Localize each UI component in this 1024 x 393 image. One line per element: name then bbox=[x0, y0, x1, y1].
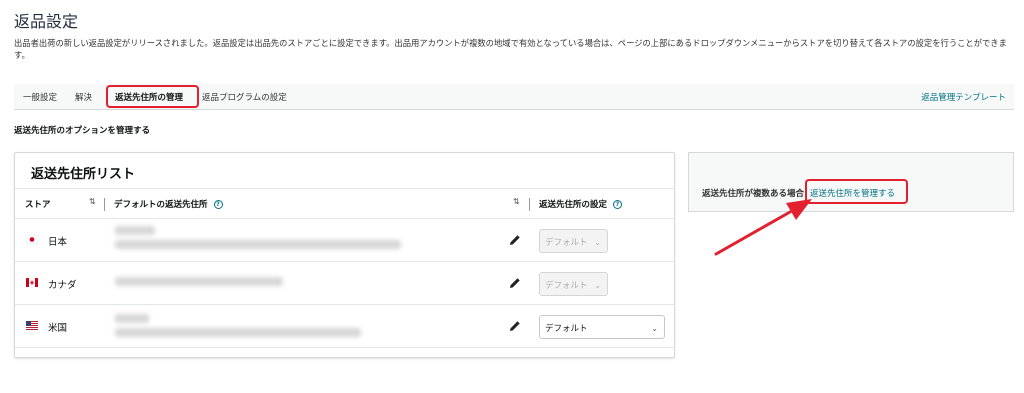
sort-arrows-icon[interactable]: ⇅ bbox=[513, 197, 520, 206]
column-default-address: デフォルトの返送先住所? bbox=[114, 198, 223, 210]
store-name: 日本 bbox=[48, 237, 68, 248]
tab-bar: 一般設定 解決 返送先住所の管理 返品プログラムの設定 返品管理テンプレート bbox=[14, 84, 1014, 110]
return-address-list-card: 返送先住所リスト ストア ⇅ デフォルトの返送先住所? ⇅ 返送先住所の設定? … bbox=[14, 152, 675, 358]
multiple-address-panel: 返送先住所が複数ある場合 返送先住所を管理する bbox=[688, 152, 1014, 212]
link-highlight bbox=[805, 179, 908, 204]
column-setting: 返送先住所の設定? bbox=[539, 198, 623, 210]
us-flag-icon bbox=[26, 321, 38, 330]
pencil-icon[interactable] bbox=[509, 277, 521, 289]
table-row: 米国 デフォルト ⌄ bbox=[15, 305, 674, 348]
redacted-address-line bbox=[115, 328, 361, 337]
intro-text: 出品者出荷の新しい返品設定がリリースされました。返品設定は出品先のストアごとに設… bbox=[14, 38, 1007, 60]
redacted-address-line bbox=[115, 240, 401, 249]
return-address-select: デフォルト ⌄ bbox=[539, 229, 608, 253]
tab-resolution[interactable]: 解決 bbox=[75, 91, 92, 103]
page-title: 返品設定 bbox=[14, 12, 79, 31]
help-circle-icon[interactable]: ? bbox=[613, 200, 623, 209]
column-divider bbox=[104, 198, 105, 211]
section-label: 返送先住所のオプションを管理する bbox=[14, 126, 151, 136]
column-divider bbox=[529, 198, 530, 211]
return-template-link[interactable]: 返品管理テンプレート bbox=[921, 91, 1006, 103]
pencil-icon[interactable] bbox=[509, 320, 521, 332]
active-tab-highlight bbox=[106, 85, 199, 108]
canada-flag-icon bbox=[26, 278, 38, 287]
redacted-address-name bbox=[115, 314, 149, 323]
table-row: カナダ デフォルト ⌄ bbox=[15, 262, 674, 305]
table-header: ストア ⇅ デフォルトの返送先住所? ⇅ 返送先住所の設定? bbox=[15, 188, 674, 219]
card-title: 返送先住所リスト bbox=[31, 167, 136, 182]
redacted-address-name bbox=[115, 226, 155, 235]
store-name: 米国 bbox=[48, 323, 68, 334]
multiple-address-text: 返送先住所が複数ある場合 bbox=[702, 189, 805, 199]
chevron-down-icon: ⌄ bbox=[594, 238, 601, 247]
store-name: カナダ bbox=[48, 280, 77, 291]
pencil-icon[interactable] bbox=[509, 234, 521, 246]
return-address-select: デフォルト ⌄ bbox=[539, 272, 608, 296]
tab-general[interactable]: 一般設定 bbox=[23, 91, 57, 103]
sort-arrows-icon[interactable]: ⇅ bbox=[89, 197, 96, 206]
japan-flag-icon bbox=[26, 235, 38, 244]
return-address-select[interactable]: デフォルト ⌄ bbox=[539, 315, 665, 339]
column-store: ストア bbox=[25, 200, 51, 210]
chevron-down-icon: ⌄ bbox=[594, 281, 601, 290]
redacted-address-line bbox=[115, 277, 283, 286]
tab-return-program[interactable]: 返品プログラムの設定 bbox=[202, 91, 287, 103]
chevron-down-icon: ⌄ bbox=[651, 324, 658, 333]
help-circle-icon[interactable]: ? bbox=[213, 200, 223, 209]
table-row: 日本 デフォルト ⌄ bbox=[15, 219, 674, 262]
